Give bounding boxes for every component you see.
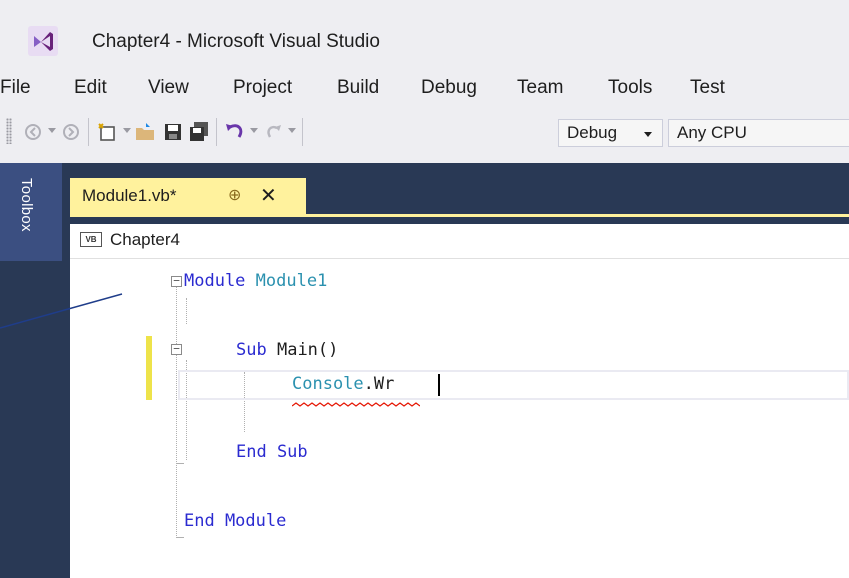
outline-guide bbox=[176, 282, 177, 538]
visual-studio-logo-icon bbox=[28, 26, 58, 56]
menu-tools[interactable]: Tools bbox=[608, 77, 652, 99]
code-line-module: Module Module1 bbox=[184, 271, 327, 291]
solution-configuration-select[interactable]: Debug bbox=[558, 119, 663, 147]
method-signature: Main() bbox=[276, 340, 339, 360]
collapse-sub-icon[interactable]: − bbox=[171, 343, 182, 355]
menu-view[interactable]: View bbox=[148, 77, 189, 99]
toolbar-grip[interactable] bbox=[6, 118, 12, 144]
indent-guide bbox=[186, 298, 187, 324]
tab-accent-line bbox=[70, 214, 849, 217]
close-icon[interactable]: ✕ bbox=[260, 183, 277, 208]
menu-build[interactable]: Build bbox=[337, 77, 379, 99]
save-all-icon[interactable] bbox=[188, 121, 210, 143]
toolbox-label: Toolbox bbox=[18, 178, 35, 232]
standard-toolbar: Debug Any CPU bbox=[0, 108, 849, 163]
menu-project[interactable]: Project bbox=[233, 77, 292, 99]
back-icon[interactable] bbox=[22, 121, 44, 143]
outline-end-tick bbox=[176, 463, 184, 464]
platform-value: Any CPU bbox=[677, 123, 747, 142]
module-name: Module1 bbox=[255, 271, 328, 291]
member-access: .Wr bbox=[363, 374, 395, 394]
redo-dropdown-icon[interactable] bbox=[288, 128, 296, 133]
code-line-end-sub: End Sub bbox=[236, 442, 308, 462]
redo-icon[interactable] bbox=[262, 121, 284, 143]
vb-project-icon: VB bbox=[80, 232, 102, 247]
new-project-dropdown-icon[interactable] bbox=[123, 128, 131, 133]
keyword: Sub bbox=[236, 340, 267, 360]
toolbar-separator bbox=[302, 118, 303, 146]
change-indicator-bar bbox=[146, 336, 152, 400]
pin-icon[interactable]: ⊕ bbox=[228, 185, 241, 205]
error-squiggle bbox=[292, 402, 420, 407]
text-caret bbox=[438, 374, 440, 396]
new-project-icon[interactable] bbox=[96, 121, 118, 143]
chevron-down-icon bbox=[644, 132, 652, 137]
menu-edit[interactable]: Edit bbox=[74, 77, 107, 99]
code-line-console: Console.Wr bbox=[292, 374, 394, 394]
tab-module1[interactable]: Module1.vb* ⊕ ✕ bbox=[70, 178, 306, 214]
save-icon[interactable] bbox=[162, 121, 184, 143]
undo-icon[interactable] bbox=[224, 121, 246, 143]
forward-icon[interactable] bbox=[60, 121, 82, 143]
navigation-bar[interactable]: VB Chapter4 bbox=[70, 224, 849, 259]
project-dropdown[interactable]: Chapter4 bbox=[110, 230, 180, 250]
collapse-module-icon[interactable]: − bbox=[171, 275, 182, 287]
undo-dropdown-icon[interactable] bbox=[250, 128, 258, 133]
code-line-sub: Sub Main() bbox=[236, 340, 338, 360]
window-title: Chapter4 - Microsoft Visual Studio bbox=[92, 31, 380, 52]
outline-end-tick bbox=[176, 537, 184, 538]
current-line-highlight bbox=[178, 370, 849, 400]
keyword: Module bbox=[184, 271, 246, 291]
menu-debug[interactable]: Debug bbox=[421, 77, 477, 99]
menu-test[interactable]: Test bbox=[690, 77, 725, 99]
back-dropdown-icon[interactable] bbox=[48, 128, 56, 133]
menu-team[interactable]: Team bbox=[517, 77, 563, 99]
toolbar-separator bbox=[216, 118, 217, 146]
open-icon[interactable] bbox=[134, 121, 156, 143]
configuration-value: Debug bbox=[567, 123, 618, 142]
menu-file[interactable]: File bbox=[0, 77, 31, 99]
callout-line bbox=[0, 293, 123, 329]
toolbar-separator bbox=[88, 118, 89, 146]
type-name: Console bbox=[292, 374, 364, 394]
tab-title: Module1.vb* bbox=[82, 186, 177, 205]
code-line-end-module: End Module bbox=[184, 511, 287, 531]
solution-platform-select[interactable]: Any CPU bbox=[668, 119, 849, 147]
menu-bar: File Edit View Project Build Debug Team … bbox=[0, 72, 849, 108]
